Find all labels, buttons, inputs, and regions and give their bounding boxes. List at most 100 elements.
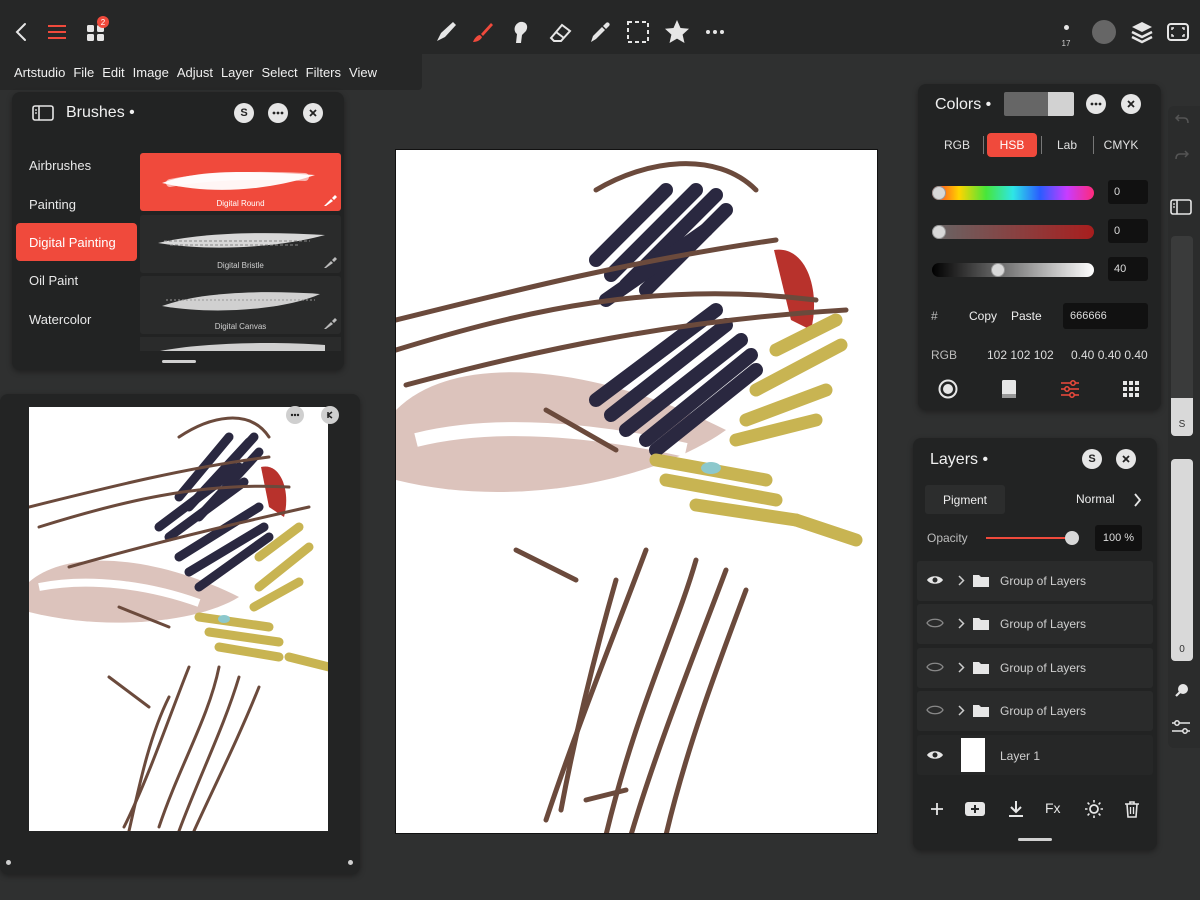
brush-tool-icon[interactable] [465, 14, 501, 50]
visibility-eye-off-icon[interactable] [926, 617, 944, 629]
panel-toggle-icon[interactable] [1169, 196, 1193, 218]
redo-icon[interactable] [1171, 144, 1193, 166]
paste-button[interactable]: Paste [1011, 309, 1042, 323]
color-box-mode-icon[interactable] [998, 378, 1020, 400]
brush-category-painting[interactable]: Painting [16, 185, 137, 223]
brightness-slider[interactable] [932, 263, 1094, 277]
menu-artstudio[interactable]: Artstudio [10, 65, 69, 80]
size-slider[interactable]: S [1171, 236, 1193, 436]
eyedropper-tool-icon[interactable] [582, 14, 618, 50]
pigment-mode-button[interactable]: Pigment [925, 485, 1005, 514]
menu-image[interactable]: Image [129, 65, 173, 80]
layer-row[interactable]: Group of Layers [917, 561, 1153, 601]
visibility-eye-off-icon[interactable] [926, 661, 944, 673]
visibility-eye-icon[interactable] [926, 749, 944, 761]
menu-file[interactable]: File [69, 65, 98, 80]
brush-size-indicator[interactable]: 17 [1056, 22, 1076, 54]
selection-tool-icon[interactable] [620, 14, 656, 50]
menu-filters[interactable]: Filters [302, 65, 345, 80]
brush-preset-digital-canvas[interactable]: Digital Canvas [140, 276, 341, 334]
tab-cmyk[interactable]: CMYK [1099, 133, 1143, 157]
expand-chevron-icon[interactable] [958, 575, 965, 586]
brushes-s-button[interactable]: S [234, 103, 254, 123]
layer-row[interactable]: Group of Layers [917, 604, 1153, 644]
brush-preset-digital-round[interactable]: Digital Round [140, 153, 341, 211]
opacity-value-field[interactable]: 100 % [1095, 525, 1142, 551]
layer-row-selected[interactable]: Layer 1 [917, 735, 1153, 775]
color-wheel-mode-icon[interactable] [937, 378, 959, 400]
brush-preset-partial[interactable] [140, 337, 341, 351]
layers-close-button[interactable] [1116, 449, 1136, 469]
brush-category-digital-painting[interactable]: Digital Painting [16, 223, 137, 261]
smudge-tool-icon[interactable] [503, 14, 539, 50]
brush-category-airbrushes[interactable]: Airbrushes [16, 146, 137, 184]
layer-row[interactable]: Group of Layers [917, 691, 1153, 731]
fx-effects-button[interactable]: Fx [1045, 800, 1061, 816]
panel-toggle-icon[interactable] [32, 104, 54, 122]
menu-layer[interactable]: Layer [217, 65, 258, 80]
more-icon[interactable] [697, 14, 733, 50]
color-comparison-swatch[interactable] [1004, 92, 1074, 116]
visibility-eye-icon[interactable] [926, 574, 944, 586]
gallery-grid-icon[interactable]: 2 [78, 14, 114, 50]
saturation-slider[interactable] [932, 225, 1094, 239]
resize-handle-right-icon[interactable] [348, 860, 353, 865]
eraser-tool-icon[interactable] [542, 14, 578, 50]
visibility-eye-off-icon[interactable] [926, 704, 944, 716]
chevron-right-icon[interactable] [1133, 493, 1142, 507]
quick-settings-icon[interactable] [1170, 716, 1192, 738]
resize-handle-left-icon[interactable] [6, 860, 11, 865]
main-canvas[interactable] [395, 149, 878, 834]
add-group-icon[interactable] [963, 798, 987, 820]
brush-edit-icon[interactable] [323, 195, 337, 207]
back-icon[interactable] [4, 14, 40, 50]
adjust-icon[interactable] [1083, 798, 1105, 820]
delete-icon[interactable] [1121, 798, 1143, 820]
saturation-value-field[interactable]: 0 [1108, 219, 1148, 243]
brightness-value-field[interactable]: 40 [1108, 257, 1148, 281]
brush-category-oil-paint[interactable]: Oil Paint [16, 261, 137, 299]
brush-edit-icon[interactable] [323, 257, 337, 269]
opacity-slider-knob[interactable] [1065, 531, 1079, 545]
tab-lab[interactable]: Lab [1047, 133, 1087, 157]
brushes-more-button[interactable] [268, 103, 288, 123]
add-layer-icon[interactable] [926, 798, 948, 820]
brightness-slider-knob[interactable] [991, 263, 1006, 277]
colors-close-button[interactable] [1121, 94, 1141, 114]
brushes-close-button[interactable] [303, 103, 323, 123]
fullscreen-icon[interactable] [1160, 14, 1196, 50]
brush-category-watercolor[interactable]: Watercolor [16, 300, 137, 338]
eyedropper-quick-icon[interactable] [1171, 679, 1193, 701]
favorites-star-icon[interactable] [659, 14, 695, 50]
menu-view[interactable]: View [345, 65, 381, 80]
hex-input[interactable]: 666666 [1063, 303, 1148, 329]
merge-down-icon[interactable] [1005, 798, 1027, 820]
current-color-swatch[interactable] [1092, 20, 1116, 44]
color-palette-mode-icon[interactable] [1120, 378, 1142, 400]
navigator-preview[interactable] [29, 407, 328, 831]
hue-slider[interactable] [932, 186, 1094, 200]
navigator-more-button[interactable] [286, 406, 304, 424]
layer-row[interactable]: Group of Layers [917, 648, 1153, 688]
colors-more-button[interactable] [1086, 94, 1106, 114]
copy-button[interactable]: Copy [969, 309, 997, 323]
expand-chevron-icon[interactable] [958, 705, 965, 716]
opacity-slider[interactable] [986, 531, 1079, 545]
menu-select[interactable]: Select [257, 65, 301, 80]
layers-stack-icon[interactable] [1124, 14, 1160, 50]
brushes-panel-grabber[interactable] [162, 360, 196, 363]
layers-s-button[interactable]: S [1082, 449, 1102, 469]
hue-slider-knob[interactable] [932, 186, 946, 200]
menu-edit[interactable]: Edit [98, 65, 128, 80]
blend-mode-selector[interactable]: Normal [1076, 492, 1115, 506]
brush-edit-icon[interactable] [323, 318, 337, 330]
undo-icon[interactable] [1171, 108, 1193, 130]
hue-value-field[interactable]: 0 [1108, 180, 1148, 204]
opacity-rail-slider[interactable]: 0 [1171, 459, 1193, 661]
tab-hsb[interactable]: HSB [987, 133, 1037, 157]
layers-panel-grabber[interactable] [1018, 838, 1052, 841]
pencil-tool-icon[interactable] [428, 14, 464, 50]
expand-chevron-icon[interactable] [958, 618, 965, 629]
expand-chevron-icon[interactable] [958, 662, 965, 673]
hamburger-menu-icon[interactable] [39, 14, 75, 50]
